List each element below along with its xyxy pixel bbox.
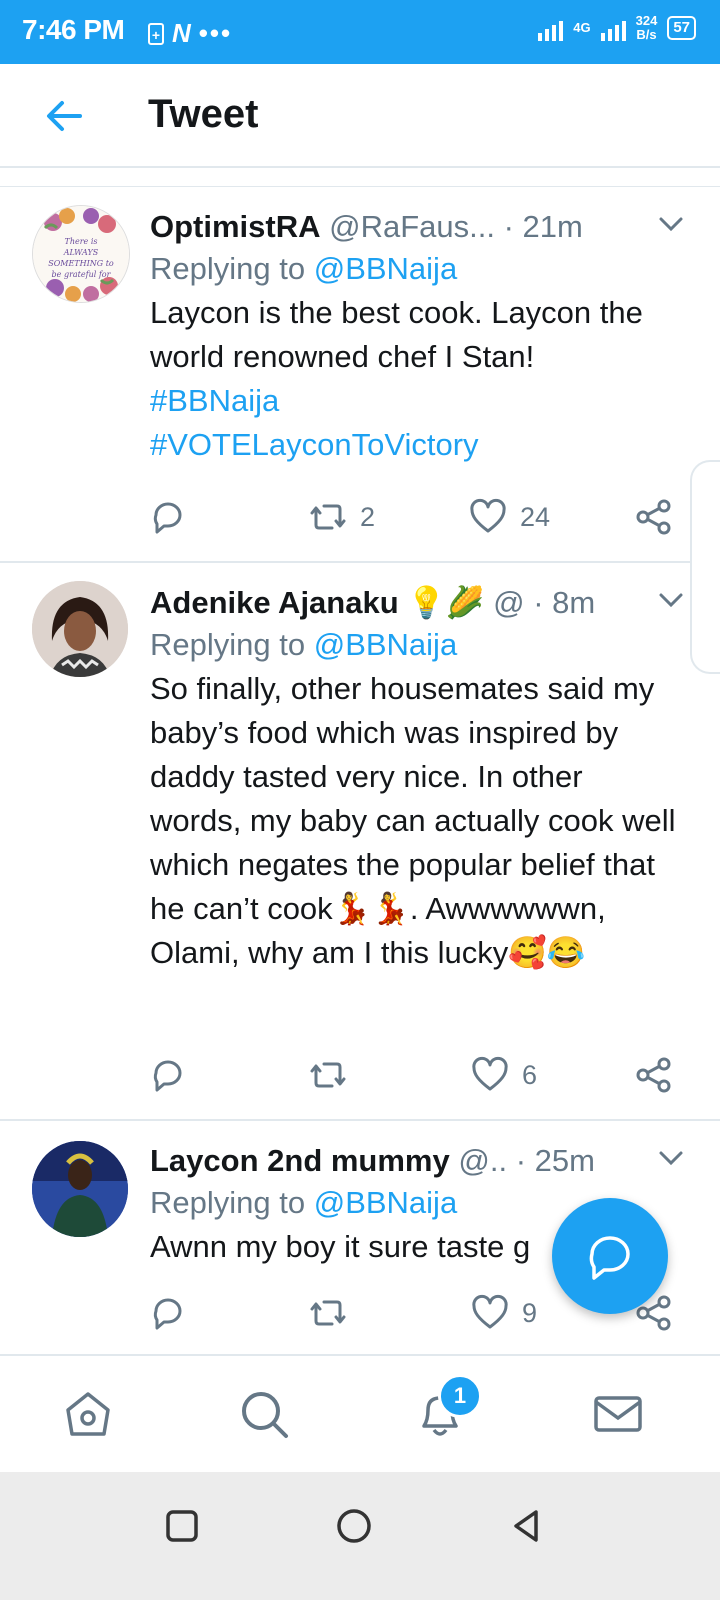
tweet-time: · 8m <box>533 585 596 620</box>
heart-icon <box>472 1056 508 1091</box>
chat-bubble-icon <box>589 1236 630 1280</box>
speed-value: 324 <box>635 13 658 28</box>
heart-icon <box>472 1294 508 1329</box>
reply-button[interactable] <box>148 1055 188 1095</box>
reply-feed: There is ALWAYS SOMETHING to be grateful… <box>0 186 720 1357</box>
tweet-actions: 2 24 <box>148 497 688 541</box>
reply-button[interactable] <box>148 1293 188 1333</box>
retweet-button[interactable] <box>308 1293 360 1333</box>
recents-icon[interactable] <box>162 1506 202 1546</box>
like-button[interactable]: 9 <box>470 1293 537 1333</box>
replying-to: Replying to @BBNaija <box>150 623 680 667</box>
replying-prefix: Replying to <box>150 1185 306 1220</box>
home-circle-icon[interactable] <box>334 1506 374 1546</box>
reply-icon <box>153 502 182 534</box>
tweet-header: Adenike Ajanaku 💡🌽 @ · 8m <box>150 583 680 623</box>
chevron-down-icon[interactable] <box>656 1143 686 1173</box>
share-icon <box>636 1057 671 1093</box>
signal-icon <box>538 15 564 41</box>
system-nav-bar <box>0 1472 720 1600</box>
retweet-button[interactable] <box>308 1055 360 1095</box>
reply-icon <box>153 1298 182 1330</box>
more-dots-icon: ••• <box>198 18 233 48</box>
bulb-emoji-icon: 💡 <box>407 585 446 620</box>
avatar[interactable] <box>32 581 128 677</box>
avatar[interactable] <box>32 1141 128 1237</box>
user-handle[interactable]: @RaFaus... <box>329 209 495 244</box>
retweet-button[interactable]: 2 <box>308 497 375 537</box>
compose-reply-button[interactable] <box>552 1198 668 1314</box>
avatar-caption: There is ALWAYS SOMETHING to be grateful… <box>48 237 114 279</box>
back-arrow-icon[interactable] <box>44 96 84 136</box>
like-button[interactable]: 24 <box>468 497 550 537</box>
chevron-down-icon[interactable] <box>656 585 686 615</box>
like-button[interactable]: 6 <box>470 1055 537 1095</box>
tweet-content: OptimistRA @RaFaus... · 21m Replying to … <box>150 207 683 467</box>
bottom-nav: 1 <box>0 1354 720 1472</box>
home-icon[interactable] <box>60 1386 116 1442</box>
status-right: 4G 324 B/s 57 <box>538 14 696 42</box>
tweet-item[interactable]: Adenike Ajanaku 💡🌽 @ · 8m Replying to @B… <box>0 563 720 1121</box>
heart-icon <box>470 498 506 533</box>
display-name[interactable]: Laycon 2nd mummy <box>150 1143 450 1178</box>
reply-icon <box>153 1060 182 1092</box>
battery-saver-icon: + <box>148 22 164 45</box>
tweet-body: Laycon is the best cook. Laycon the worl… <box>150 295 643 374</box>
avatar[interactable]: There is ALWAYS SOMETHING to be grateful… <box>32 205 130 303</box>
back-triangle-icon[interactable] <box>506 1506 546 1546</box>
network-type: 4G <box>573 20 591 35</box>
status-bar: 7:46 PM + N ••• 4G 324 B/s 57 <box>0 0 720 64</box>
replying-to: Replying to @BBNaija <box>150 247 680 291</box>
signal-icon-2 <box>600 15 626 41</box>
like-count: 24 <box>520 501 551 532</box>
share-button[interactable] <box>634 1055 674 1095</box>
tweet-content: Adenike Ajanaku 💡🌽 @ · 8m Replying to @B… <box>150 583 683 975</box>
retweet-icon <box>310 1300 346 1326</box>
tweet-body: So finally, other housemates said my bab… <box>150 671 676 970</box>
share-icon <box>636 499 671 535</box>
like-count: 9 <box>522 1297 538 1328</box>
app-header: Tweet <box>0 64 720 168</box>
scroll-handle[interactable] <box>690 460 720 674</box>
like-count: 6 <box>522 1059 538 1090</box>
corn-emoji-icon: 🌽 <box>445 585 485 620</box>
chevron-down-icon[interactable] <box>656 209 686 239</box>
share-button[interactable] <box>634 497 674 537</box>
status-time: 7:46 PM <box>22 14 125 45</box>
tweet-time: · 21m <box>503 209 583 244</box>
mention-link[interactable]: @BBNaija <box>314 1185 457 1220</box>
mention-link[interactable]: @BBNaija <box>314 627 457 662</box>
hashtag-link[interactable]: #VOTELayconToVictory <box>150 423 680 467</box>
replying-prefix: Replying to <box>150 251 306 286</box>
battery-indicator: 57 <box>667 16 696 40</box>
mention-link[interactable]: @BBNaija <box>314 251 457 286</box>
user-handle[interactable]: @ <box>493 585 524 620</box>
status-notification-icons: + N ••• <box>148 18 232 49</box>
tweet-actions: 6 <box>148 1055 688 1099</box>
retweet-icon <box>310 1062 346 1088</box>
display-name[interactable]: Adenike Ajanaku <box>150 585 399 620</box>
page-title: Tweet <box>148 92 259 136</box>
reply-button[interactable] <box>148 497 188 537</box>
display-name[interactable]: OptimistRA <box>150 209 321 244</box>
mail-icon[interactable] <box>590 1386 646 1442</box>
tweet-text: Laycon is the best cook. Laycon the worl… <box>150 291 680 467</box>
speed-unit: B/s <box>636 27 657 42</box>
n-app-icon: N <box>172 18 191 48</box>
retweet-icon <box>310 504 346 530</box>
tweet-header: Laycon 2nd mummy @.. · 25m <box>150 1141 680 1181</box>
replying-prefix: Replying to <box>150 627 306 662</box>
tweet-header: OptimistRA @RaFaus... · 21m <box>150 207 680 247</box>
user-handle[interactable]: @.. <box>458 1143 507 1178</box>
man-avatar-image <box>32 1141 128 1237</box>
network-speed: 324 B/s <box>636 14 658 42</box>
notification-badge: 1 <box>438 1374 482 1418</box>
tweet-item[interactable]: There is ALWAYS SOMETHING to be grateful… <box>0 187 720 563</box>
retweet-count: 2 <box>360 501 376 532</box>
tweet-time: · 25m <box>515 1143 595 1178</box>
search-icon[interactable] <box>236 1386 292 1442</box>
hashtag-link[interactable]: #BBNaija <box>150 379 680 423</box>
woman-avatar-image <box>32 581 128 677</box>
